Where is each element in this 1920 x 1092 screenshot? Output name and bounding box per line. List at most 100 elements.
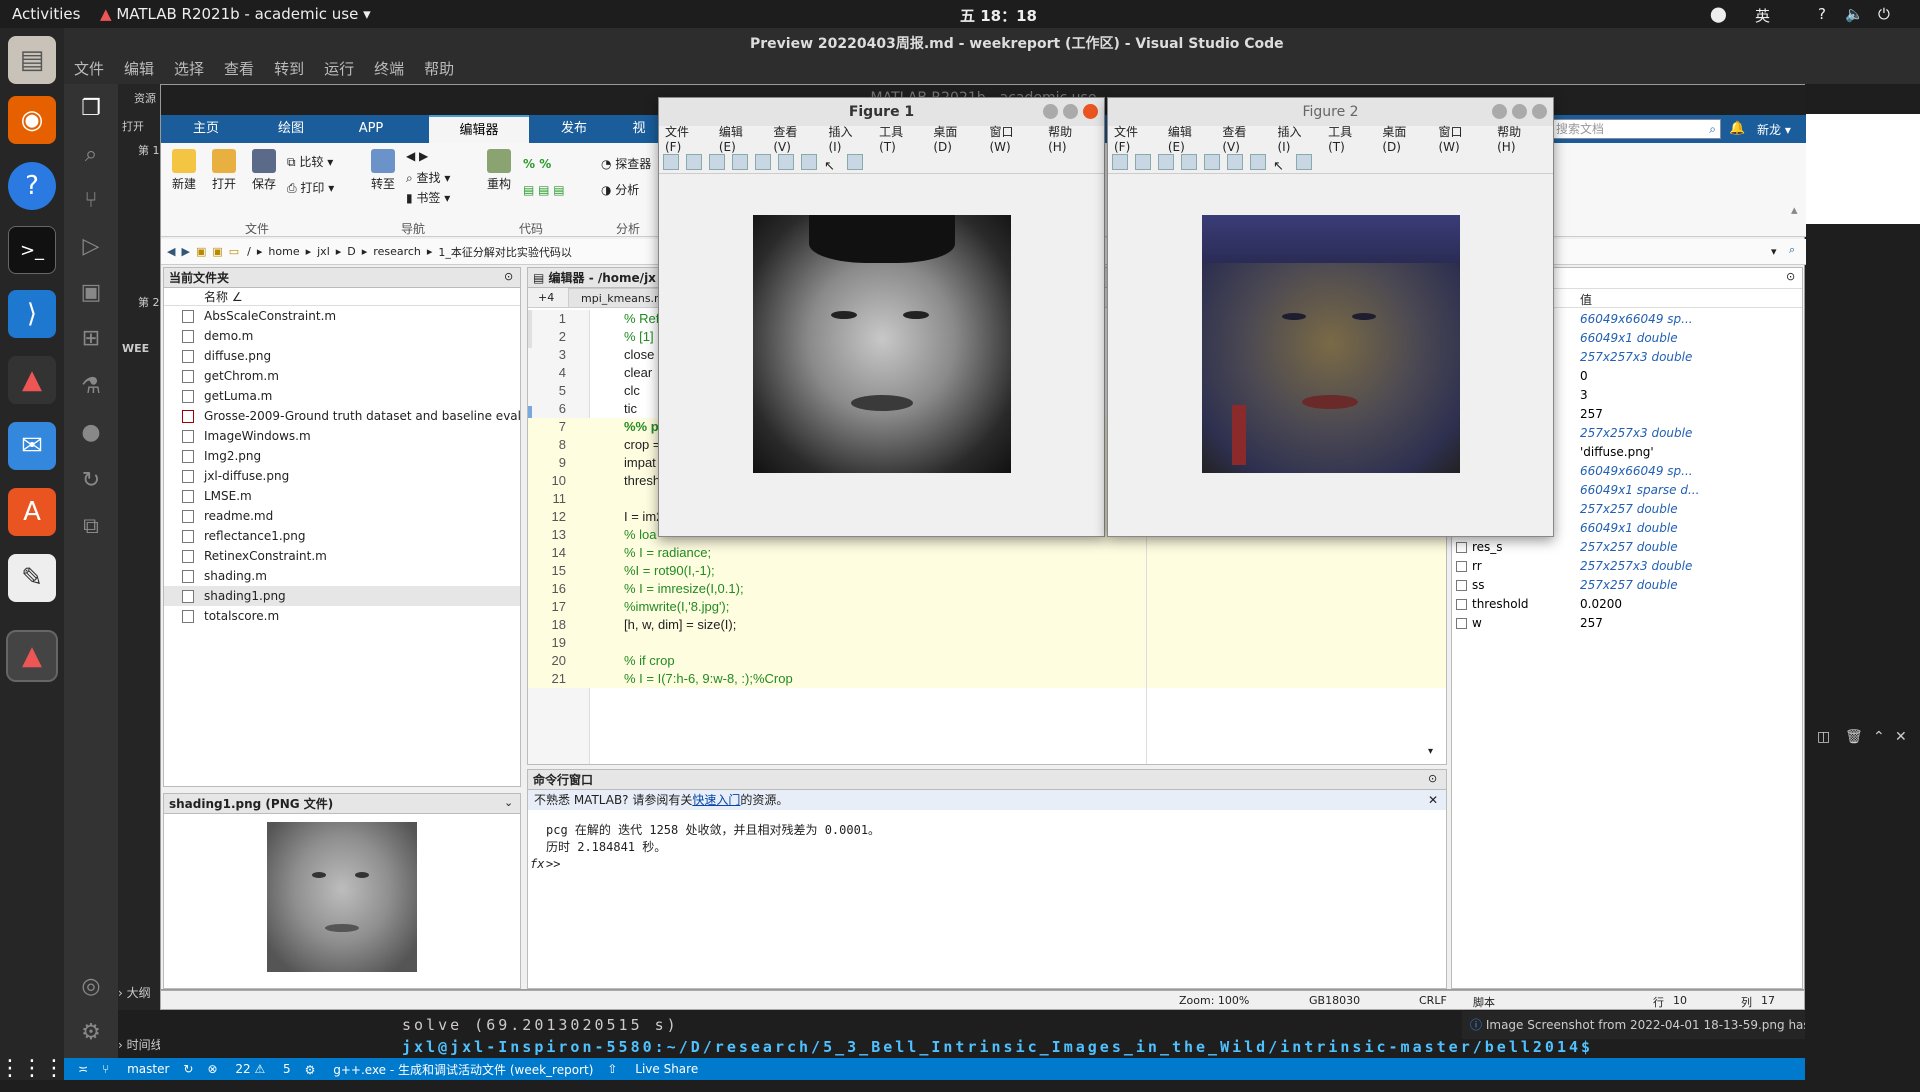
input-method[interactable]: 英: [1755, 5, 1770, 26]
search-docs-input[interactable]: 搜索文档 ⌕: [1551, 119, 1721, 139]
name-column-header[interactable]: 名称 ∠: [164, 288, 520, 306]
firefox-icon[interactable]: ◉: [8, 96, 56, 144]
vscode-icon[interactable]: ⟩: [8, 290, 56, 338]
open-button[interactable]: 打开: [207, 149, 241, 192]
branch-indicator[interactable]: ⑂ master: [102, 1062, 169, 1076]
file-item[interactable]: getLuma.m: [164, 386, 520, 406]
file-item-selected[interactable]: shading1.png: [164, 586, 520, 606]
file-manager-icon[interactable]: ▤: [8, 36, 56, 84]
workspace-row[interactable]: w 257: [1452, 614, 1802, 633]
browse-folder-icon[interactable]: ▣: [212, 245, 222, 258]
preview-collapse-icon[interactable]: ⌄: [504, 796, 513, 809]
find-button[interactable]: ⌕ 查找 ▾: [406, 169, 476, 186]
path-dropdown-icon[interactable]: ▾: [1771, 245, 1777, 258]
open-editor-item-2[interactable]: 第 2: [138, 294, 160, 310]
new-figure-icon[interactable]: [1112, 154, 1128, 170]
more-tabs-button[interactable]: +4: [538, 291, 554, 304]
app-menu[interactable]: ▲ MATLAB R2021b - academic use ▾: [100, 5, 371, 23]
settings-gear-icon[interactable]: ⚙: [77, 1020, 105, 1048]
menu-go[interactable]: 转到: [274, 58, 304, 79]
fig-menu-view[interactable]: 查看(V): [773, 123, 813, 154]
tab-publish[interactable]: 发布: [529, 115, 619, 143]
menu-terminal[interactable]: 终端: [374, 58, 404, 79]
tab-view[interactable]: 视: [619, 115, 659, 143]
file-item[interactable]: ImageWindows.m: [164, 426, 520, 446]
fig-menu-insert[interactable]: 插入(I): [1277, 123, 1313, 154]
help-app-icon[interactable]: ?: [8, 162, 56, 210]
maximize-icon[interactable]: [1063, 104, 1078, 119]
text-editor-icon[interactable]: ✎: [8, 554, 56, 602]
bookmark-button[interactable]: ▮ 书签 ▾: [406, 189, 476, 206]
sync-icon[interactable]: ↻: [183, 1062, 193, 1076]
workspace-row[interactable]: res_s 257x257 double: [1452, 538, 1802, 557]
fig-menu-file[interactable]: 文件(F): [665, 123, 704, 154]
task-indicator[interactable]: ⚙ g++.exe - 生成和调试活动文件 (week_report): [305, 1061, 594, 1078]
file-item[interactable]: diffuse.png: [164, 346, 520, 366]
matlab-active-icon[interactable]: ▲: [6, 630, 58, 682]
menu-view[interactable]: 查看: [224, 58, 254, 79]
file-item[interactable]: jxl-diffuse.png: [164, 466, 520, 486]
nav-arrows[interactable]: ◀ ▶: [406, 149, 466, 163]
problems-indicator[interactable]: ⊗ 22 ⚠ 5: [207, 1062, 290, 1076]
file-item[interactable]: RetinexConstraint.m: [164, 546, 520, 566]
file-item[interactable]: demo.m: [164, 326, 520, 346]
panel-menu-icon[interactable]: ⊙: [1786, 270, 1795, 283]
indent-tools[interactable]: ▤ ▤ ▤: [523, 183, 583, 197]
pointer-icon[interactable]: ↖: [1273, 159, 1289, 175]
close-icon[interactable]: [1083, 104, 1098, 119]
save-button[interactable]: 保存: [247, 149, 281, 192]
minimize-icon[interactable]: [1492, 104, 1507, 119]
fig-menu-view[interactable]: 查看(V): [1222, 123, 1262, 154]
testing-icon[interactable]: ⚗: [77, 374, 105, 402]
print-icon[interactable]: [1181, 154, 1197, 170]
fig-menu-edit[interactable]: 编辑(E): [1168, 123, 1208, 154]
compare-button[interactable]: ⧉ 比较 ▾: [287, 153, 357, 170]
collapse-ribbon-icon[interactable]: ▴: [1791, 203, 1798, 218]
path-root[interactable]: /: [247, 245, 251, 258]
path-current[interactable]: 1_本征分解对比实验代码以: [438, 244, 572, 260]
mail-app-icon[interactable]: ✉: [8, 422, 56, 470]
matlab-dock-icon[interactable]: ▲: [8, 356, 56, 404]
activities-button[interactable]: Activities: [12, 5, 80, 23]
minimize-icon[interactable]: [1043, 104, 1058, 119]
power-icon[interactable]: ⏻: [1878, 5, 1890, 23]
link-icon[interactable]: [1204, 154, 1220, 170]
path-research[interactable]: research: [373, 245, 421, 258]
close-icon[interactable]: [1532, 104, 1547, 119]
fig-menu-file[interactable]: 文件(F): [1114, 123, 1153, 154]
account-menu[interactable]: 新龙 ▾: [1757, 121, 1791, 138]
colorbar-icon[interactable]: [1227, 154, 1243, 170]
pointer-icon[interactable]: ↖: [824, 159, 840, 175]
maximize-icon[interactable]: [1512, 104, 1527, 119]
panel-maximize-icon[interactable]: ⌃: [1873, 729, 1885, 745]
open-icon[interactable]: [686, 154, 702, 170]
extensions-icon[interactable]: ⊞: [77, 326, 105, 354]
property-icon[interactable]: [1296, 154, 1312, 170]
fig-menu-help[interactable]: 帮助(H): [1048, 123, 1089, 154]
figure1-image[interactable]: [753, 215, 1011, 473]
link-icon[interactable]: [755, 154, 771, 170]
scroll-down-icon[interactable]: ▾: [1428, 746, 1433, 757]
new-figure-icon[interactable]: [663, 154, 679, 170]
network-icon[interactable]: ⬤: [1710, 5, 1727, 23]
value-column-header[interactable]: 值: [1580, 291, 1592, 308]
remote-indicator[interactable]: ≍: [78, 1062, 88, 1076]
fig-menu-desktop[interactable]: 桌面(D): [1382, 123, 1423, 154]
fig-menu-edit[interactable]: 编辑(E): [719, 123, 759, 154]
save-icon[interactable]: [1158, 154, 1174, 170]
print-button[interactable]: ⎙ 打印 ▾: [287, 179, 357, 196]
source-control-icon[interactable]: ⑂: [77, 188, 105, 216]
menu-file[interactable]: 文件: [74, 58, 104, 79]
print-icon[interactable]: [732, 154, 748, 170]
panel-menu-icon[interactable]: ⊙: [1428, 772, 1437, 785]
goto-button[interactable]: 转至: [366, 149, 400, 192]
workspace-folder-label[interactable]: WEE: [122, 342, 149, 355]
path-d[interactable]: D: [347, 245, 355, 258]
workspace-row[interactable]: threshold 0.0200: [1452, 595, 1802, 614]
open-editors-label[interactable]: 打开: [122, 118, 144, 134]
github-icon[interactable]: ●: [77, 420, 105, 448]
file-item[interactable]: LMSE.m: [164, 486, 520, 506]
menu-run[interactable]: 运行: [324, 58, 354, 79]
workspace-row[interactable]: ss 257x257 double: [1452, 576, 1802, 595]
colorbar-icon[interactable]: [778, 154, 794, 170]
